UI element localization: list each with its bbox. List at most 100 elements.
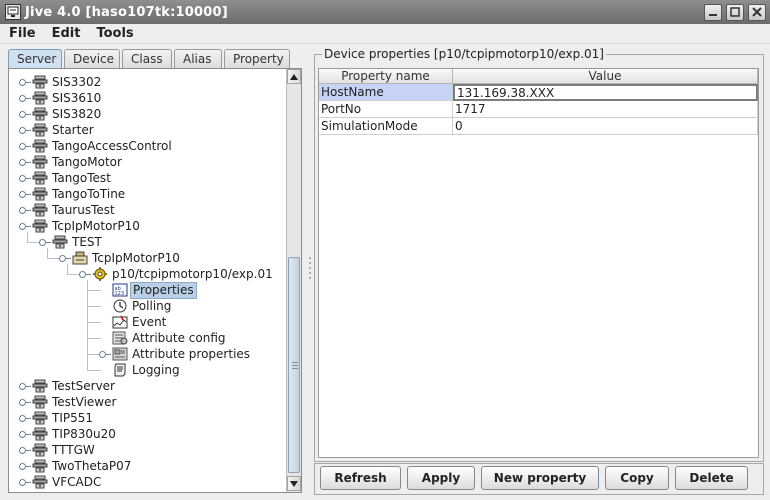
expand-toggle-icon[interactable] [17,138,31,154]
tab-class[interactable]: Class [122,49,172,68]
tab-device[interactable]: Device [64,49,120,68]
tree-node[interactable]: ab 123 Properties [97,281,197,299]
tree-node-label[interactable]: Properties [130,281,197,299]
cell-property-name[interactable]: PortNo [319,101,453,118]
expand-toggle-icon[interactable] [17,458,31,474]
tree-node-label[interactable]: TIP830u20 [50,427,118,442]
expand-toggle-icon[interactable] [97,346,111,362]
tree-node-label[interactable]: Polling [130,299,173,314]
scroll-up-button[interactable] [287,69,301,84]
expand-toggle-icon[interactable] [17,394,31,410]
tree-node[interactable]: TcpIpMotorP10 [57,250,182,266]
expand-toggle-icon[interactable] [17,202,31,218]
server-tree[interactable]: SIS3302 SIS3610 SIS3820 Starter TangoAccessC… [9,71,287,491]
expand-toggle-icon[interactable] [17,378,31,394]
expand-toggle-icon[interactable] [17,170,31,186]
menu-edit[interactable]: Edit [43,26,88,41]
tree-node[interactable]: VFCADC [17,474,103,490]
tree-node-label[interactable]: Attribute config [130,331,228,346]
expand-toggle-icon[interactable] [57,250,71,266]
tree-node-label[interactable]: Starter [50,123,96,138]
tab-alias[interactable]: Alias [174,49,222,68]
column-header-value[interactable]: Value [453,69,758,84]
tree-node[interactable]: TestViewer [17,394,118,410]
expand-toggle-icon[interactable] [17,186,31,202]
column-header-property-name[interactable]: Property name [319,69,453,84]
cell-value-editor[interactable]: 131.169.38.XXX [453,84,758,101]
split-pane-divider[interactable] [306,47,314,496]
tab-property[interactable]: Property [224,49,290,68]
expand-toggle-icon[interactable] [37,234,51,250]
delete-button[interactable]: Delete [675,466,748,490]
scroll-down-button[interactable] [287,476,301,491]
tree-node[interactable]: TaurusTest [17,202,117,218]
scroll-thumb[interactable] [288,257,300,473]
maximize-button[interactable] [726,3,744,21]
tree-node-label[interactable]: Logging [130,363,182,378]
tree-node[interactable]: Logging [97,362,182,378]
tree-node-label[interactable]: Attribute properties [130,347,252,362]
expand-toggle-icon[interactable] [17,426,31,442]
tree-node-label[interactable]: TestViewer [50,395,118,410]
tree-node[interactable]: TangoMotor [17,154,124,170]
table-row[interactable]: SimulationMode 0 [319,118,758,135]
expand-toggle-icon[interactable] [17,218,31,234]
tree-node[interactable]: Starter [17,122,96,138]
cell-property-name[interactable]: HostName [319,84,453,101]
tree-node-label[interactable]: TangoAccessControl [50,139,174,154]
cell-value[interactable]: 0 [453,118,758,135]
cell-value[interactable]: 1717 [453,101,758,118]
copy-button[interactable]: Copy [605,466,669,490]
tree-node[interactable]: SIS3610 [17,90,103,106]
tree-node[interactable]: TIP830u20 [17,426,118,442]
tree-node[interactable]: Attribute properties [97,346,252,362]
tree-node[interactable]: TTTGW [17,442,97,458]
tree-node-label[interactable]: TcpIpMotorP10 [50,219,142,234]
new-property-button[interactable]: New property [481,466,599,490]
expand-toggle-icon[interactable] [77,266,91,282]
cell-property-name[interactable]: SimulationMode [319,118,453,135]
tree-node-label[interactable]: SIS3302 [50,75,103,90]
table-row[interactable]: HostName 131.169.38.XXX [319,84,758,101]
tree-node-label[interactable]: TwoThetaP07 [50,459,133,474]
tree-node-label[interactable]: TestServer [50,379,117,394]
tab-server[interactable]: Server [8,49,62,68]
expand-toggle-icon[interactable] [17,154,31,170]
tree-node-label[interactable]: SIS3820 [50,107,103,122]
tree-node[interactable]: TcpIpMotorP10 [17,218,142,234]
menu-file[interactable]: File [0,26,43,41]
tree-node-label[interactable]: SIS3610 [50,91,103,106]
tree-node-label[interactable]: TangoTest [50,171,113,186]
tree-node-label[interactable]: TEST [70,235,104,250]
expand-toggle-icon[interactable] [17,74,31,90]
tree-scrollbar[interactable] [286,69,301,492]
expand-toggle-icon[interactable] [17,122,31,138]
expand-toggle-icon[interactable] [17,442,31,458]
expand-toggle-icon[interactable] [17,410,31,426]
tree-node[interactable]: Attribute config [97,330,228,346]
tree-node-label[interactable]: TaurusTest [50,203,117,218]
close-button[interactable] [748,3,766,21]
apply-button[interactable]: Apply [407,466,475,490]
refresh-button[interactable]: Refresh [320,466,401,490]
tree-node-label[interactable]: p10/tcpipmotorp10/exp.01 [110,267,275,282]
tree-node[interactable]: p10/tcpipmotorp10/exp.01 [77,266,275,282]
tree-node[interactable]: Polling [97,298,173,314]
tree-node[interactable]: TangoAccessControl [17,138,174,154]
tree-node-label[interactable]: TangoMotor [50,155,124,170]
tree-node[interactable]: SIS3302 [17,74,103,90]
expand-toggle-icon[interactable] [17,474,31,490]
tree-node[interactable]: TangoToTine [17,186,127,202]
expand-toggle-icon[interactable] [17,106,31,122]
tree-node[interactable]: TwoThetaP07 [17,458,133,474]
table-row[interactable]: PortNo 1717 [319,101,758,118]
tree-node-label[interactable]: Event [130,315,168,330]
tree-node-label[interactable]: TangoToTine [50,187,127,202]
tree-node-label[interactable]: VFCADC [50,475,103,490]
expand-toggle-icon[interactable] [17,90,31,106]
tree-node[interactable]: TIP551 [17,410,95,426]
tree-node-label[interactable]: TTTGW [50,443,97,458]
tree-node[interactable]: TangoTest [17,170,113,186]
menu-tools[interactable]: Tools [87,26,140,41]
tree-node[interactable]: SIS3820 [17,106,103,122]
